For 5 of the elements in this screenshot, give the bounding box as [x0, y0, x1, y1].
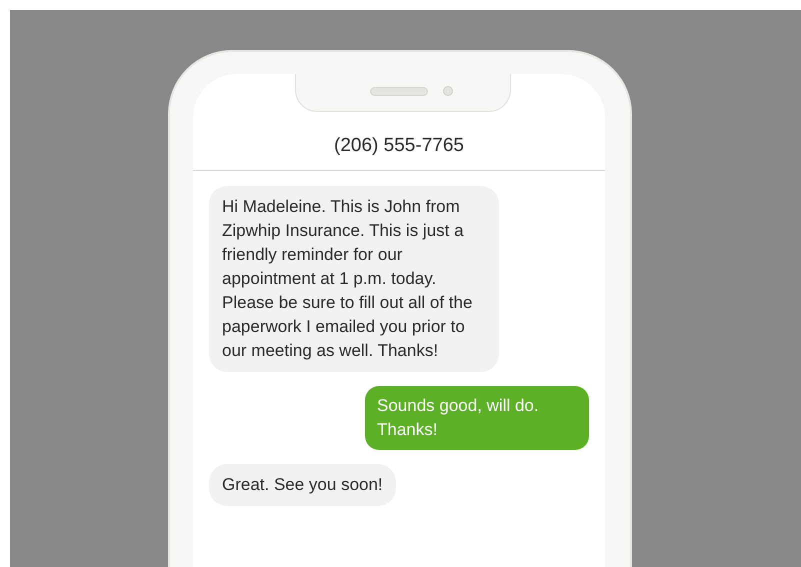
- sent-message-bubble: Sounds good, will do. Thanks!: [365, 386, 589, 450]
- received-message-bubble: Hi Madeleine. This is John from Zipwhip Insurance. This is just a friendly reminder for our appointment at 1 p.m. today. Please be sure to fill out all of the paperwork I emailed you prior to our meeting as well. Thanks!: [209, 186, 499, 372]
- speaker-icon: [370, 87, 428, 96]
- contact-phone-number: (206) 555-7765: [334, 134, 464, 158]
- received-message-bubble: Great. See you soon!: [209, 464, 396, 506]
